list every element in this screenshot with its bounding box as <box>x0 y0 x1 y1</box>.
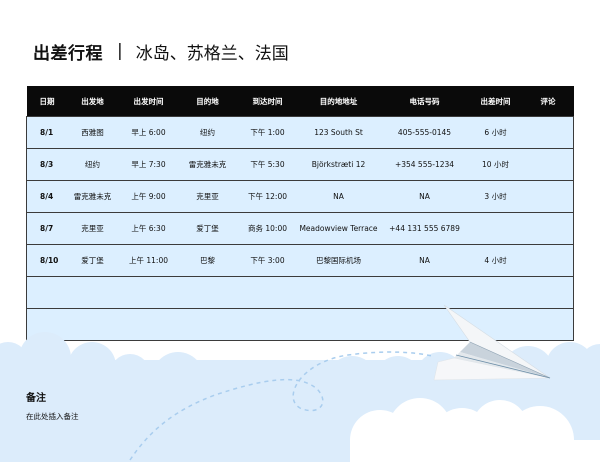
cell-comments[interactable] <box>522 212 574 245</box>
table-row: 8/7 克里亚 上午 6:30 爱丁堡 商务 10:00 Meadowview … <box>26 212 574 245</box>
cell-duration[interactable]: 4 小时 <box>468 244 523 277</box>
cell-arrive-time[interactable]: 下午 5:30 <box>238 148 297 181</box>
cell-origin[interactable]: 雷克雅未克 <box>64 180 121 213</box>
cell-phone[interactable]: +354 555-1234 <box>380 148 469 181</box>
cell-phone[interactable]: 405-555-0145 <box>380 116 469 149</box>
cell-origin[interactable]: 克里亚 <box>64 212 121 245</box>
table-header-row: 日期 出发地 出发时间 目的地 到达时间 目的地地址 电话号码 出差时间 评论 <box>26 86 574 117</box>
cell-date[interactable]: 8/4 <box>26 180 65 213</box>
cell-comments[interactable] <box>522 116 574 149</box>
paper-plane-icon <box>433 304 551 381</box>
title-separator: | <box>117 41 123 61</box>
cell-comments[interactable] <box>522 148 574 181</box>
page-subtitle: 冰岛、苏格兰、法国 <box>135 43 289 64</box>
cell-dest-address[interactable]: NA <box>296 180 381 213</box>
cell-destination[interactable]: 雷克雅未克 <box>176 148 239 181</box>
table-row: 8/4 雷克雅未克 上午 9:00 克里亚 下午 12:00 NA NA 3 小… <box>26 180 574 213</box>
cell-date[interactable]: 8/1 <box>26 116 65 149</box>
header-destination: 目的地 <box>176 86 239 117</box>
cell-dest-address[interactable]: 123 South St <box>296 116 381 149</box>
cell-origin[interactable]: 纽约 <box>64 148 121 181</box>
header-arrive-time: 到达时间 <box>238 86 297 117</box>
page-header: 出差行程 | 冰岛、苏格兰、法国 <box>33 37 289 65</box>
cell-origin[interactable]: 西雅图 <box>64 116 121 149</box>
notes-title: 备注 <box>26 393 46 404</box>
cell-phone[interactable]: NA <box>380 180 469 213</box>
cell-duration[interactable]: 3 小时 <box>468 180 523 213</box>
cell-date[interactable]: 8/7 <box>26 212 65 245</box>
cell-destination[interactable]: 巴黎 <box>176 244 239 277</box>
cell-comments[interactable] <box>522 180 574 213</box>
cell-duration[interactable]: 10 小时 <box>468 148 523 181</box>
cell-depart-time[interactable]: 上午 11:00 <box>120 244 177 277</box>
cell-arrive-time[interactable]: 下午 3:00 <box>238 244 297 277</box>
cell-depart-time[interactable]: 早上 7:30 <box>120 148 177 181</box>
header-comments: 评论 <box>522 86 574 117</box>
notes-body[interactable]: 在此处插入备注 <box>26 411 79 422</box>
cell-date[interactable]: 8/3 <box>26 148 65 181</box>
cell-depart-time[interactable]: 上午 6:30 <box>120 212 177 245</box>
cell-depart-time[interactable]: 早上 6:00 <box>120 116 177 149</box>
cell-duration[interactable]: 6 小时 <box>468 116 523 149</box>
table-row: 8/10 爱丁堡 上午 11:00 巴黎 下午 3:00 巴黎国际机场 NA 4… <box>26 244 574 277</box>
cell-dest-address[interactable]: Björkstræti 12 <box>296 148 381 181</box>
table-row: 8/3 纽约 早上 7:30 雷克雅未克 下午 5:30 Björkstræti… <box>26 148 574 181</box>
header-date: 日期 <box>26 86 65 117</box>
header-duration: 出差时间 <box>468 86 523 117</box>
cell-origin[interactable]: 爱丁堡 <box>64 244 121 277</box>
header-origin: 出发地 <box>64 86 121 117</box>
cell-dest-address[interactable]: Meadowview Terrace <box>296 212 381 245</box>
cell-depart-time[interactable]: 上午 9:00 <box>120 180 177 213</box>
cell-arrive-time[interactable]: 商务 10:00 <box>238 212 297 245</box>
cell-dest-address[interactable]: 巴黎国际机场 <box>296 244 381 277</box>
header-dest-address: 目的地地址 <box>296 86 381 117</box>
cell-destination[interactable]: 爱丁堡 <box>176 212 239 245</box>
cell-arrive-time[interactable]: 下午 1:00 <box>238 116 297 149</box>
cell-destination[interactable]: 纽约 <box>176 116 239 149</box>
page-title: 出差行程 <box>33 43 103 64</box>
header-depart-time: 出发时间 <box>120 86 177 117</box>
cell-comments[interactable] <box>522 244 574 277</box>
cell-destination[interactable]: 克里亚 <box>176 180 239 213</box>
notes-section: 备注 在此处插入备注 <box>26 389 79 422</box>
cell-phone[interactable]: +44 131 555 6789 <box>380 212 469 245</box>
cell-date[interactable]: 8/10 <box>26 244 65 277</box>
table-row: 8/1 西雅图 早上 6:00 纽约 下午 1:00 123 South St … <box>26 116 574 149</box>
header-phone: 电话号码 <box>380 86 469 117</box>
cell-phone[interactable]: NA <box>380 244 469 277</box>
cell-duration[interactable] <box>468 212 523 245</box>
cell-arrive-time[interactable]: 下午 12:00 <box>238 180 297 213</box>
